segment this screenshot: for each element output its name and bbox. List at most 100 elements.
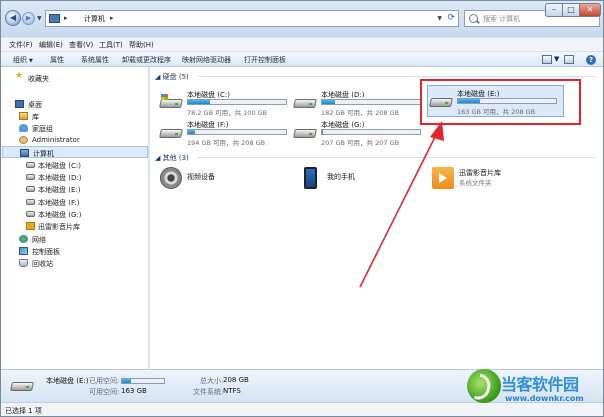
organize-label: 组织 bbox=[13, 56, 27, 64]
forward-button[interactable]: ▶ bbox=[22, 12, 35, 25]
search-placeholder: 搜索 计算机 bbox=[483, 15, 521, 23]
hard-drive-icon bbox=[293, 125, 317, 139]
group-header-hdd[interactable]: ◢ 硬盘 (5) bbox=[155, 72, 189, 82]
map-network-drive-button[interactable]: 映射网络驱动器 bbox=[182, 55, 231, 65]
nav-xunlei-label: 迅雷影音片库 bbox=[38, 223, 80, 231]
watermark: 当客软件园 www.downkr.com bbox=[467, 367, 603, 415]
nav-recycle-label: 回收站 bbox=[32, 260, 53, 268]
details-usage-fill bbox=[122, 379, 132, 383]
open-control-panel-button[interactable]: 打开控制面板 bbox=[244, 55, 286, 65]
breadcrumb-separator[interactable]: ▸ bbox=[64, 14, 68, 22]
phone-icon bbox=[304, 167, 317, 189]
nav-homegroup-label: 家庭组 bbox=[32, 125, 53, 133]
hard-drive-icon bbox=[26, 186, 35, 192]
xunlei-folder-icon bbox=[26, 222, 35, 230]
recycle-bin-icon bbox=[19, 259, 28, 267]
preview-pane-icon[interactable] bbox=[564, 55, 574, 64]
nav-computer[interactable]: 计算机 bbox=[2, 146, 148, 158]
help-icon[interactable]: ? bbox=[586, 55, 596, 65]
watermark-url: www.downkr.com bbox=[505, 394, 584, 403]
change-view-icon[interactable] bbox=[542, 55, 552, 64]
computer-icon bbox=[49, 14, 60, 23]
nav-user-label: Administrator bbox=[32, 136, 80, 144]
other-item-name: 我的手机 bbox=[327, 173, 355, 181]
details-fs-label: 文件系统: bbox=[193, 388, 224, 396]
other-item-name: 视频设备 bbox=[187, 173, 215, 181]
details-used-label: 已用空间: bbox=[89, 377, 120, 385]
group-hdd-label: 硬盘 (5) bbox=[162, 73, 189, 81]
properties-button[interactable]: 属性 bbox=[50, 55, 64, 65]
hard-drive-icon bbox=[26, 211, 35, 217]
nav-network-label: 网络 bbox=[32, 236, 46, 244]
address-dropdown-chevron-icon[interactable]: ▼ bbox=[437, 15, 442, 22]
system-properties-button[interactable]: 系统属性 bbox=[81, 55, 109, 65]
nav-drive-label: 本地磁盘 (C:) bbox=[38, 162, 81, 170]
details-drive-name: 本地磁盘 (E:) bbox=[46, 377, 89, 385]
library-icon bbox=[19, 112, 28, 120]
recent-pages-chevron-icon[interactable]: ▼ bbox=[37, 15, 42, 22]
group-other-label: 其他 (3) bbox=[162, 154, 189, 162]
menu-tools[interactable]: 工具(T) bbox=[99, 40, 123, 50]
desktop-icon bbox=[15, 100, 24, 108]
nav-control-panel-label: 控制面板 bbox=[32, 248, 60, 256]
menu-bar: 文件(F) 编辑(E) 查看(V) 工具(T) 帮助(H) bbox=[1, 38, 603, 52]
drive-free-space: 182 GB 可用，共 208 GB bbox=[321, 109, 400, 117]
drive-item-d[interactable]: 本地磁盘 (D:) 182 GB 可用，共 208 GB bbox=[292, 89, 427, 117]
nav-library-label: 库 bbox=[32, 113, 39, 121]
group-header-other[interactable]: ◢ 其他 (3) bbox=[155, 153, 189, 163]
watermark-title: 当客软件园 bbox=[501, 375, 579, 394]
nav-drive-label: 本地磁盘 (D:) bbox=[38, 174, 82, 182]
drive-item-f[interactable]: 本地磁盘 (F:) 194 GB 可用，共 208 GB bbox=[158, 119, 293, 147]
details-total-value: 208 GB bbox=[223, 376, 249, 384]
address-bar[interactable]: ▸ 计算机 ▸ ▼ ⟳ bbox=[45, 10, 459, 27]
network-icon bbox=[19, 235, 28, 243]
star-icon: ★ bbox=[15, 71, 24, 81]
menu-view[interactable]: 查看(V) bbox=[69, 40, 93, 50]
organize-button[interactable]: 组织 ▼ bbox=[13, 55, 33, 65]
chevron-down-icon: ▼ bbox=[29, 58, 33, 64]
maximize-button[interactable]: □ bbox=[562, 3, 580, 17]
navigation-pane: ★ 收藏夹 桌面 库 家庭组 Administrator 计算机 本地磁盘 (C… bbox=[1, 67, 149, 369]
other-item-video-device[interactable]: 视频设备 bbox=[158, 165, 278, 193]
breadcrumb-separator[interactable]: ▸ bbox=[110, 14, 114, 22]
hard-drive-icon bbox=[293, 95, 317, 109]
menu-help[interactable]: 帮助(H) bbox=[129, 40, 154, 50]
nav-drive-label: 本地磁盘 (E:) bbox=[38, 186, 81, 194]
details-free-value: 163 GB bbox=[121, 387, 147, 395]
drive-usage-bar bbox=[187, 99, 287, 105]
hard-drive-icon bbox=[26, 174, 35, 180]
windows-logo-icon bbox=[161, 94, 168, 100]
nav-computer-label: 计算机 bbox=[33, 150, 54, 158]
minimize-button[interactable]: – bbox=[545, 3, 563, 17]
back-button[interactable]: ◀ bbox=[5, 10, 21, 26]
explorer-window: ◀ ▶ ▼ ▸ 计算机 ▸ ▼ ⟳ 搜索 计算机 – □ ✕ 文件(F) 编辑(… bbox=[0, 0, 604, 417]
details-free-label: 可用空间: bbox=[89, 388, 120, 396]
view-options-chevron-icon[interactable]: ▼ bbox=[554, 55, 559, 63]
homegroup-icon bbox=[19, 124, 28, 132]
other-item-xunlei-library[interactable]: 迅雷影音片库 系统文件夹 bbox=[430, 165, 570, 193]
uninstall-program-button[interactable]: 卸载或更改程序 bbox=[122, 55, 171, 65]
nav-favorites-label: 收藏夹 bbox=[28, 75, 49, 83]
command-bar: 组织 ▼ 属性 系统属性 卸载或更改程序 映射网络驱动器 打开控制面板 ▼ ? bbox=[1, 52, 603, 67]
control-panel-icon bbox=[19, 247, 28, 255]
other-item-type: 系统文件夹 bbox=[459, 179, 492, 187]
camera-icon bbox=[160, 167, 182, 189]
close-button[interactable]: ✕ bbox=[579, 3, 601, 17]
breadcrumb-computer[interactable]: 计算机 bbox=[84, 14, 105, 24]
search-icon bbox=[469, 14, 478, 23]
drive-free-space: 194 GB 可用，共 208 GB bbox=[187, 139, 266, 147]
status-text: 已选择 1 项 bbox=[5, 407, 42, 415]
menu-file[interactable]: 文件(F) bbox=[9, 40, 33, 50]
details-usage-bar bbox=[121, 378, 165, 384]
annotation-arrow bbox=[359, 121, 444, 288]
drive-usage-fill bbox=[188, 130, 195, 134]
drive-usage-fill bbox=[322, 130, 323, 134]
group-divider bbox=[198, 76, 596, 77]
watermark-logo-icon bbox=[467, 369, 501, 403]
menu-edit[interactable]: 编辑(E) bbox=[39, 40, 63, 50]
hard-drive-icon bbox=[26, 162, 35, 168]
drive-item-c[interactable]: 本地磁盘 (C:) 78.2 GB 可用，共 100 GB bbox=[158, 89, 293, 117]
drive-usage-bar bbox=[187, 129, 287, 135]
drive-usage-bar bbox=[321, 99, 421, 105]
refresh-icon[interactable]: ⟳ bbox=[447, 13, 455, 23]
